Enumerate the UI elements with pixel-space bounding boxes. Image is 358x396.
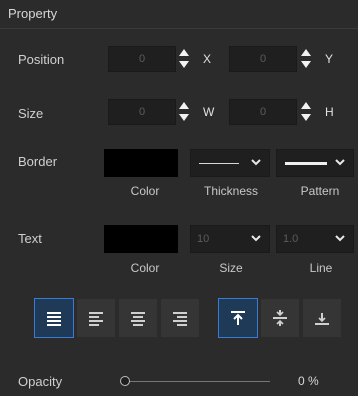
valign-top-icon <box>231 311 245 325</box>
opacity-slider-track[interactable] <box>126 381 270 382</box>
opacity-label: Opacity <box>18 374 63 389</box>
valign-bottom-icon <box>315 313 329 325</box>
property-panel: Property Position 0 X 0 Y Size 0 W 0 H B… <box>0 0 358 396</box>
border-thickness-caption: Thickness <box>203 184 259 198</box>
thin-line-sample <box>199 163 239 164</box>
border-thickness-dropdown[interactable] <box>190 149 270 177</box>
stepper-down-icon[interactable] <box>179 61 189 68</box>
title-divider <box>0 28 358 29</box>
border-pattern-caption: Pattern <box>300 184 340 198</box>
border-color-caption: Color <box>130 184 160 198</box>
text-label: Text <box>18 231 42 246</box>
size-w-input[interactable]: 0 <box>108 99 176 125</box>
position-y-input[interactable]: 0 <box>229 46 297 72</box>
size-h-input[interactable]: 0 <box>229 99 297 125</box>
text-color-swatch[interactable] <box>104 225 178 253</box>
stepper-up-icon[interactable] <box>301 49 311 56</box>
text-size-value: 10 <box>197 233 210 245</box>
border-pattern-dropdown[interactable] <box>276 149 354 177</box>
size-w-stepper[interactable] <box>178 99 190 125</box>
text-line-value: 1.0 <box>283 233 299 245</box>
horizontal-align-group <box>34 298 202 340</box>
size-h-axis-label: H <box>325 105 334 119</box>
stepper-up-icon[interactable] <box>301 102 311 109</box>
opacity-value: 0 % <box>298 374 319 388</box>
align-right-button[interactable] <box>160 298 200 338</box>
position-x-axis-label: X <box>203 52 212 66</box>
text-size-dropdown[interactable]: 10 <box>190 225 270 253</box>
valign-middle-icon <box>273 310 287 326</box>
valign-middle-button[interactable] <box>260 298 300 338</box>
position-y-stepper[interactable] <box>300 46 312 72</box>
align-left-icon <box>89 312 103 326</box>
position-y-axis-label: Y <box>325 52 334 66</box>
valign-top-button[interactable] <box>218 298 258 338</box>
vertical-align-group <box>218 298 344 340</box>
text-size-caption: Size <box>219 261 243 275</box>
stepper-down-icon[interactable] <box>301 61 311 68</box>
align-center-icon <box>131 312 145 326</box>
size-h-stepper[interactable] <box>300 99 312 125</box>
align-justify-icon <box>47 312 61 326</box>
position-x-stepper[interactable] <box>178 46 190 72</box>
text-line-dropdown[interactable]: 1.0 <box>276 225 354 253</box>
stepper-down-icon[interactable] <box>179 114 189 121</box>
size-w-axis-label: W <box>203 105 215 119</box>
chevron-down-icon <box>335 235 345 242</box>
align-center-button[interactable] <box>118 298 158 338</box>
stepper-down-icon[interactable] <box>301 114 311 121</box>
panel-title: Property <box>8 6 58 21</box>
align-right-icon <box>173 312 187 326</box>
opacity-slider-thumb[interactable] <box>120 376 130 386</box>
border-color-swatch[interactable] <box>104 149 178 177</box>
chevron-down-icon <box>251 235 261 242</box>
text-line-caption: Line <box>309 261 333 275</box>
stepper-up-icon[interactable] <box>179 49 189 56</box>
chevron-down-icon <box>335 159 345 166</box>
position-label: Position <box>18 52 65 67</box>
solid-line-sample <box>285 162 327 165</box>
stepper-up-icon[interactable] <box>179 102 189 109</box>
border-label: Border <box>18 154 58 169</box>
align-justify-button[interactable] <box>34 298 74 338</box>
align-left-button[interactable] <box>76 298 116 338</box>
text-color-caption: Color <box>130 261 160 275</box>
valign-bottom-button[interactable] <box>302 298 342 338</box>
size-label: Size <box>18 106 44 121</box>
position-x-input[interactable]: 0 <box>108 46 176 72</box>
chevron-down-icon <box>251 159 261 166</box>
